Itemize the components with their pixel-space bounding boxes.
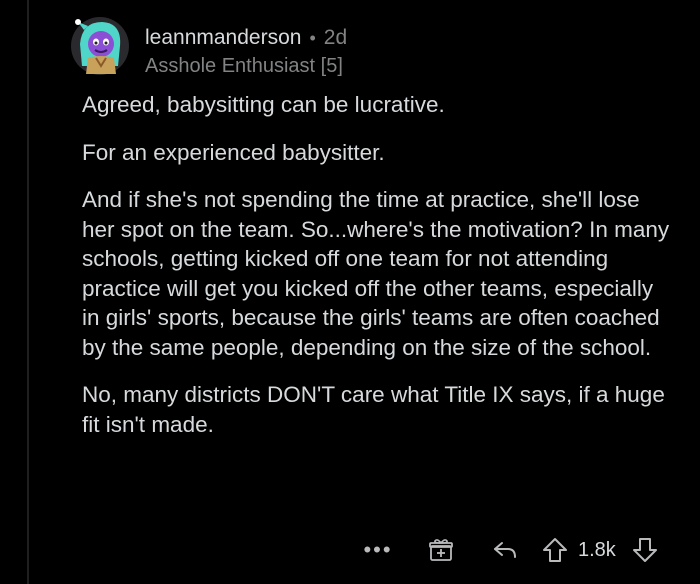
vote-score: 1.8k xyxy=(578,538,616,561)
avatar-image xyxy=(71,17,129,75)
comment-header: leannmanderson • 2d Asshole Enthusiast [… xyxy=(145,25,347,79)
more-icon: ••• xyxy=(363,537,393,562)
separator-dot: • xyxy=(309,28,316,48)
comment-age[interactable]: 2d xyxy=(324,25,347,51)
comment-paragraph: Agreed, babysitting can be lucrative. xyxy=(82,92,445,117)
user-row: leannmanderson • 2d xyxy=(145,25,347,51)
comment-paragraph: For an experienced babysitter. xyxy=(82,139,385,165)
thread-line[interactable] xyxy=(27,0,29,584)
downvote-button[interactable] xyxy=(630,532,660,568)
reply-button[interactable] xyxy=(490,532,520,568)
reply-icon xyxy=(494,542,516,558)
upvote-icon xyxy=(543,538,567,562)
user-flair: Asshole Enthusiast [5] xyxy=(145,55,343,77)
upvote-button[interactable] xyxy=(540,532,570,568)
award-button[interactable] xyxy=(426,532,456,568)
comment-body: Agreed, babysitting can be lucrative. Fo… xyxy=(82,90,672,457)
avatar[interactable] xyxy=(70,16,130,76)
more-options-button[interactable]: ••• xyxy=(360,532,396,568)
comment-paragraph: No, many districts DON'T care what Title… xyxy=(82,382,665,437)
award-icon xyxy=(429,539,453,561)
username-link[interactable]: leannmanderson xyxy=(145,25,301,51)
downvote-icon xyxy=(632,538,657,562)
comment-paragraph: And if she's not spending the time at pr… xyxy=(82,187,670,360)
comment-actions: ••• 1.8k xyxy=(360,532,660,568)
